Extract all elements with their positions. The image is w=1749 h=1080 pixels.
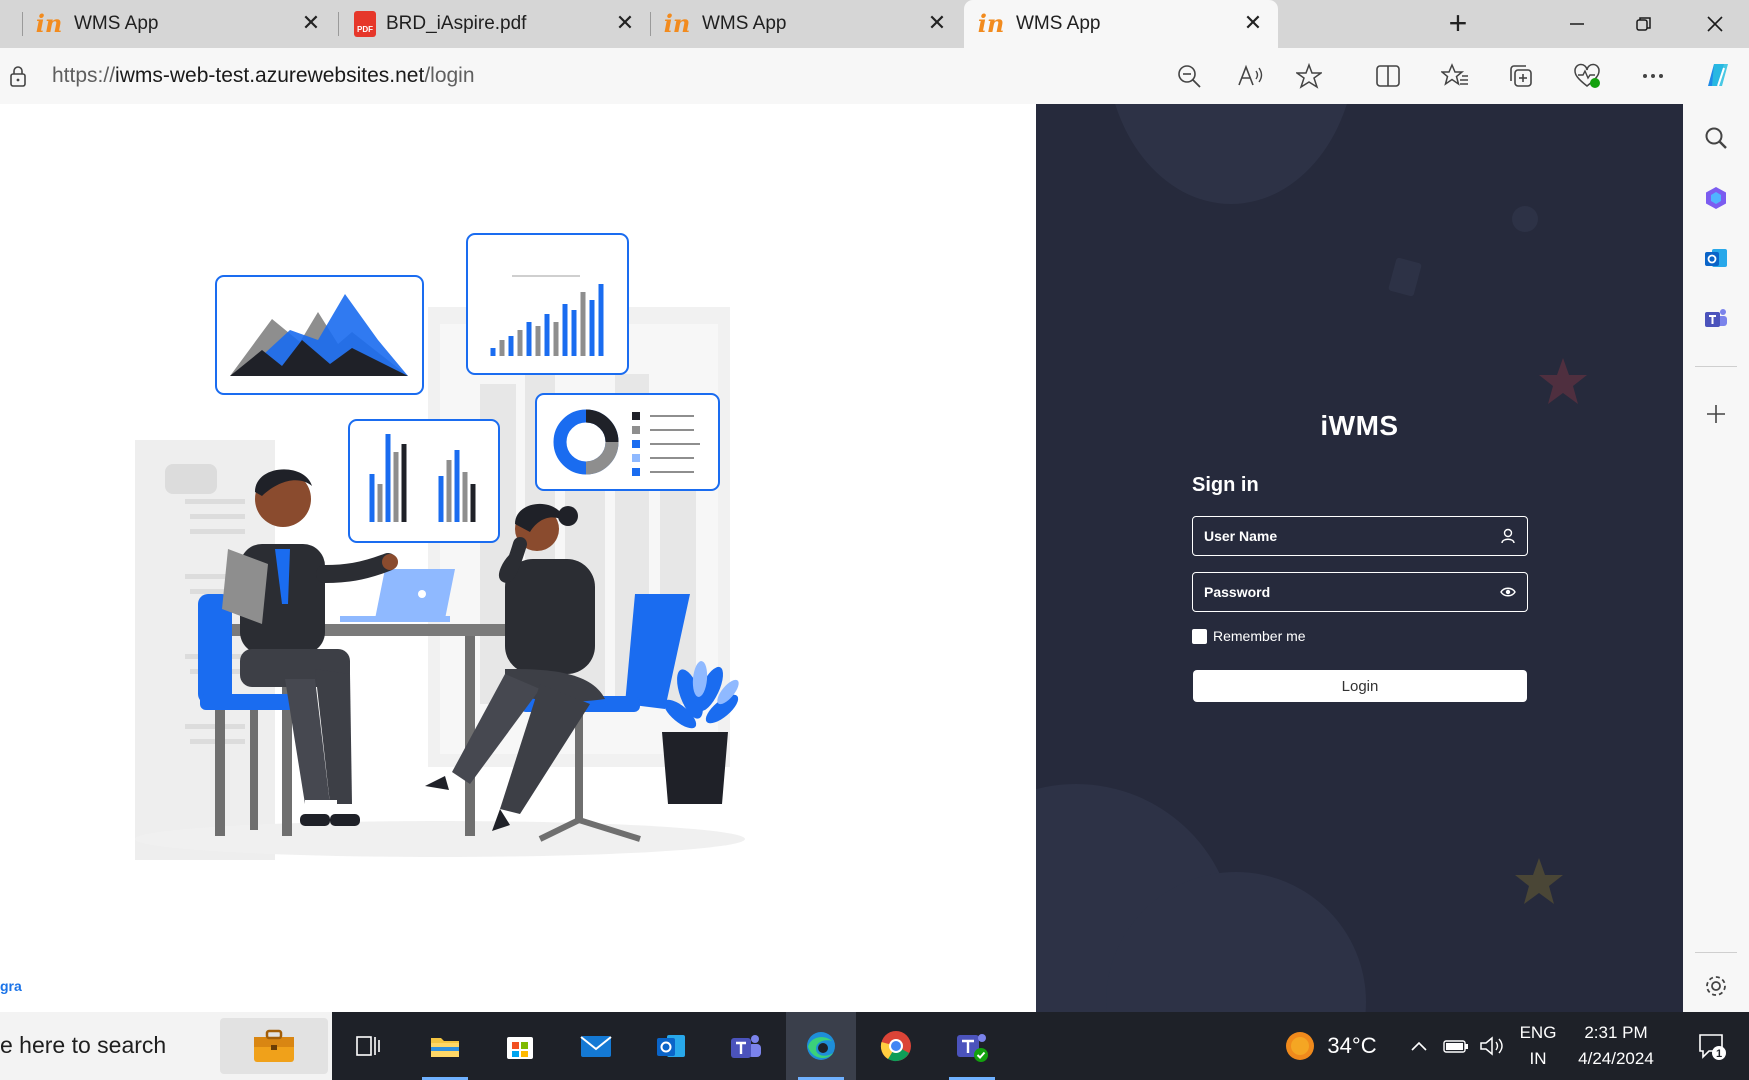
copilot-hexagon-icon[interactable] xyxy=(1700,182,1732,214)
favorite-star-icon[interactable] xyxy=(1293,60,1325,92)
url-path: /login xyxy=(424,64,475,87)
read-aloud-icon[interactable] xyxy=(1234,60,1266,92)
sidebar-divider xyxy=(1695,952,1737,953)
login-page: gra iWMS Sign in User Name Password Reme… xyxy=(0,104,1683,1012)
copilot-icon[interactable] xyxy=(1698,56,1738,96)
footer-link[interactable]: gra xyxy=(0,978,22,994)
weather-sun-icon[interactable] xyxy=(1280,1012,1320,1080)
login-button[interactable]: Login xyxy=(1193,670,1527,702)
search-icon[interactable] xyxy=(1700,122,1732,154)
signin-heading: Sign in xyxy=(1192,474,1259,496)
notification-icon[interactable]: 1 xyxy=(1690,1012,1734,1080)
username-field[interactable]: User Name xyxy=(1192,516,1528,556)
decorative-circle xyxy=(1106,104,1356,204)
close-tab-icon[interactable]: ✕ xyxy=(926,12,948,34)
close-tab-icon[interactable]: ✕ xyxy=(614,12,636,34)
windows-taskbar: e here to search 34°C ENG IN 2:31 PM 4/2… xyxy=(0,1012,1749,1080)
sidebar-divider xyxy=(1695,366,1737,367)
restore-icon xyxy=(1636,17,1651,31)
zoom-out-icon[interactable] xyxy=(1173,60,1205,92)
in-logo-icon: in xyxy=(977,9,1005,38)
clock[interactable]: 2:31 PM 4/24/2024 xyxy=(1568,1012,1664,1080)
browser-tab[interactable]: PDF BRD_iAspire.pdf ✕ xyxy=(338,0,650,48)
browser-toolbar: https://iwms-web-test.azurewebsites.net/… xyxy=(0,48,1749,104)
tab-separator xyxy=(22,12,23,36)
language-primary: ENG xyxy=(1519,1023,1557,1042)
browser-essentials-icon[interactable] xyxy=(1571,60,1603,92)
clock-date: 4/24/2024 xyxy=(1578,1049,1654,1068)
task-view-icon[interactable] xyxy=(333,1012,403,1080)
chrome-icon[interactable] xyxy=(861,1012,931,1080)
close-tab-icon[interactable]: ✕ xyxy=(1242,12,1264,34)
close-icon xyxy=(1707,16,1723,32)
pdf-icon: PDF xyxy=(352,11,378,37)
tab-title: WMS App xyxy=(702,13,787,34)
in-logo-icon: in xyxy=(35,9,63,38)
office-meeting-illustration xyxy=(135,233,745,860)
password-field[interactable]: Password xyxy=(1192,572,1528,612)
browser-tab[interactable]: in WMS App ✕ xyxy=(650,0,962,48)
favorites-icon[interactable] xyxy=(1439,60,1471,92)
search-placeholder: e here to search xyxy=(0,1032,167,1058)
teams-taskbar-icon[interactable] xyxy=(711,1012,781,1080)
tab-title: BRD_iAspire.pdf xyxy=(386,13,527,34)
battery-icon[interactable] xyxy=(1442,1012,1470,1080)
clock-time: 2:31 PM xyxy=(1584,1023,1648,1042)
decorative-star-icon xyxy=(1515,858,1563,904)
language-secondary: IN xyxy=(1529,1049,1547,1068)
lock-icon[interactable] xyxy=(8,64,28,88)
briefcase-icon[interactable] xyxy=(220,1018,328,1074)
browser-tab-strip: in WMS App ✕ PDF BRD_iAspire.pdf ✕ in WM… xyxy=(0,0,1749,48)
minimize-icon xyxy=(1570,23,1584,25)
tab-separator xyxy=(338,12,339,36)
browser-tab[interactable]: in WMS App ✕ xyxy=(22,0,336,48)
split-screen-icon[interactable] xyxy=(1372,60,1404,92)
edge-taskbar-icon[interactable] xyxy=(786,1012,856,1080)
browser-tab-active[interactable]: in WMS App ✕ xyxy=(964,0,1278,48)
outlook-taskbar-icon[interactable] xyxy=(636,1012,706,1080)
taskbar-search[interactable]: e here to search xyxy=(0,1012,332,1080)
settings-gear-icon[interactable] xyxy=(1700,970,1732,1002)
user-icon xyxy=(1499,527,1517,545)
teams-classic-icon[interactable] xyxy=(937,1012,1007,1080)
tab-title: WMS App xyxy=(74,13,159,34)
chevron-up-icon[interactable] xyxy=(1406,1012,1432,1080)
login-panel: iWMS Sign in User Name Password Remember… xyxy=(1036,104,1683,1012)
remember-me-label: Remember me xyxy=(1213,628,1306,644)
edge-sidebar xyxy=(1683,104,1749,1012)
decorative-block xyxy=(1388,257,1422,297)
in-logo-icon: in xyxy=(663,9,691,38)
outlook-icon[interactable] xyxy=(1700,242,1732,274)
new-tab-button[interactable]: + xyxy=(1440,6,1476,42)
brand-title: iWMS xyxy=(1320,410,1399,441)
username-placeholder: User Name xyxy=(1204,528,1278,544)
volume-icon[interactable] xyxy=(1477,1012,1507,1080)
close-tab-icon[interactable]: ✕ xyxy=(300,12,322,34)
teams-icon[interactable] xyxy=(1700,302,1732,334)
notification-count: 1 xyxy=(1716,1048,1723,1060)
restore-button[interactable] xyxy=(1612,0,1676,48)
add-icon[interactable] xyxy=(1700,398,1732,430)
illustration-panel: gra xyxy=(0,104,1036,1012)
decorative-dot xyxy=(1512,206,1538,232)
weather-temp[interactable]: 34°C xyxy=(1324,1012,1380,1080)
minimize-button[interactable] xyxy=(1545,0,1609,48)
more-options-icon[interactable] xyxy=(1637,60,1669,92)
tab-title: WMS App xyxy=(1016,13,1101,34)
url-host: iwms-web-test.azurewebsites.net xyxy=(115,64,425,87)
mail-icon[interactable] xyxy=(561,1012,631,1080)
file-explorer-icon[interactable] xyxy=(410,1012,480,1080)
decorative-star-icon xyxy=(1539,358,1587,404)
url-scheme: https:// xyxy=(52,64,116,87)
remember-me-checkbox[interactable] xyxy=(1192,628,1207,644)
language-indicator[interactable]: ENG IN xyxy=(1512,1012,1564,1080)
password-placeholder: Password xyxy=(1204,584,1271,600)
collections-icon[interactable] xyxy=(1505,60,1537,92)
tab-separator xyxy=(650,12,651,36)
remember-me[interactable]: Remember me xyxy=(1192,628,1306,644)
address-bar[interactable]: https://iwms-web-test.azurewebsites.net/… xyxy=(52,64,475,88)
microsoft-store-icon[interactable] xyxy=(485,1012,555,1080)
close-window-button[interactable] xyxy=(1683,0,1747,48)
eye-icon[interactable] xyxy=(1499,583,1517,601)
